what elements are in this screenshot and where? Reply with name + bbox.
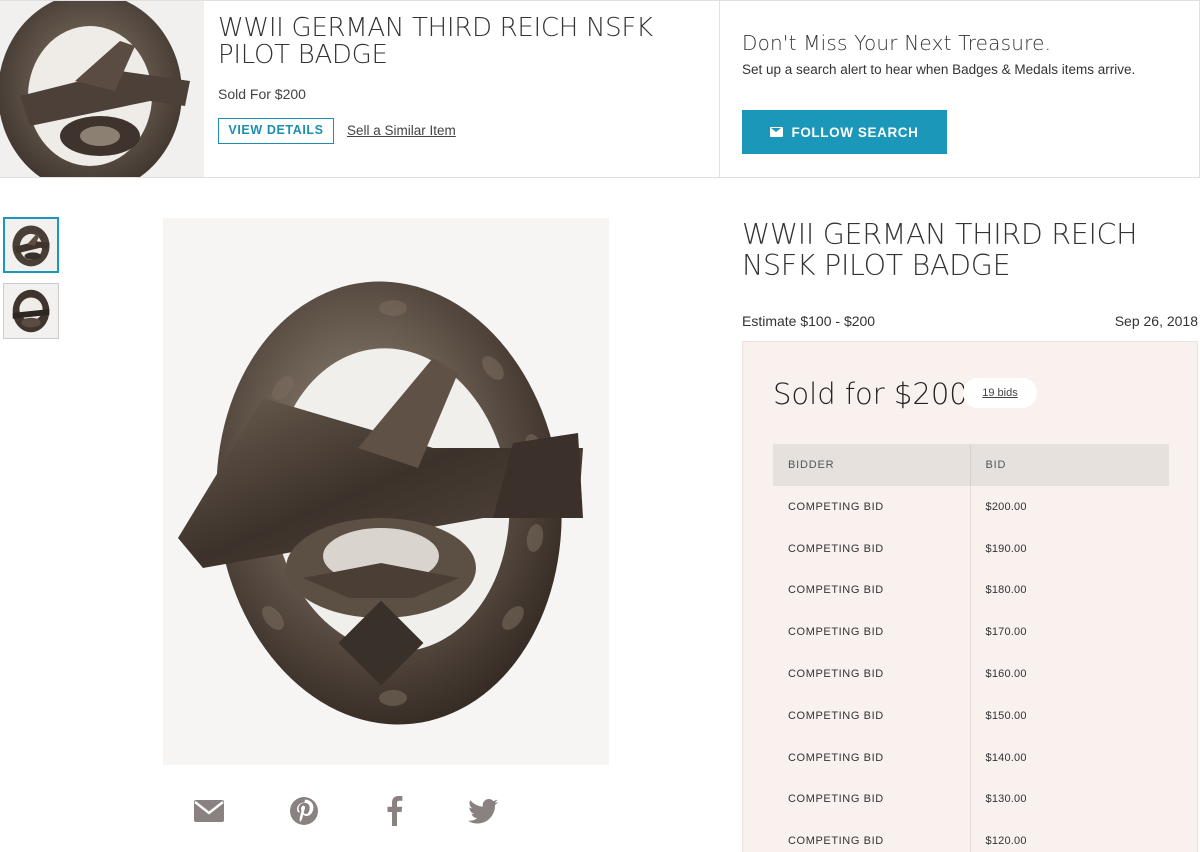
bid-amount-cell: $160.00 <box>985 668 1027 681</box>
bid-amount-cell: $140.00 <box>985 751 1027 764</box>
column-header-bidder: BIDDER <box>773 444 971 486</box>
banner-sold-price: Sold For $200 <box>218 86 306 102</box>
bid-history-table: BIDDER BID COMPETING BID $200.00 COMPETI… <box>773 444 1169 852</box>
sell-similar-link[interactable]: Sell a Similar Item <box>347 123 456 138</box>
sold-item-banner: WWII GERMAN THIRD REICH NSFK PILOT BADGE… <box>0 0 1200 178</box>
gallery-thumbnail-2[interactable] <box>3 283 59 339</box>
sold-for-price: Sold for $200 <box>773 377 968 411</box>
bidder-cell: COMPETING BID <box>773 778 971 821</box>
envelope-icon <box>194 800 224 822</box>
table-row: COMPETING BID $180.00 <box>773 569 1169 612</box>
badge-thumbnail-image <box>12 289 50 333</box>
bid-amount-cell: $130.00 <box>985 793 1027 806</box>
column-header-bid: BID <box>970 444 1169 486</box>
badge-image <box>0 1 190 177</box>
bidder-cell: COMPETING BID <box>773 736 971 779</box>
share-email-button[interactable] <box>193 795 225 827</box>
bidder-cell: COMPETING BID <box>773 611 971 654</box>
view-details-button[interactable]: VIEW DETAILS <box>218 118 334 144</box>
bidder-cell: COMPETING BID <box>773 653 971 695</box>
bid-amount-cell: $200.00 <box>985 500 1027 513</box>
banner-item-title: WWII GERMAN THIRD REICH NSFK PILOT BADGE <box>218 13 653 70</box>
table-row: COMPETING BID $130.00 <box>773 778 1169 821</box>
follow-search-label: FOLLOW SEARCH <box>791 124 919 140</box>
bids-count-link[interactable]: 19 bids <box>963 378 1037 408</box>
badge-image <box>163 218 609 765</box>
lot-estimate: Estimate $100 - $200 <box>742 313 876 329</box>
table-row: COMPETING BID $160.00 <box>773 653 1169 695</box>
bid-amount-cell: $190.00 <box>985 542 1027 555</box>
share-facebook-button[interactable] <box>378 795 410 827</box>
bidder-cell: COMPETING BID <box>773 694 971 737</box>
bid-amount-cell: $170.00 <box>985 626 1027 639</box>
main-item-image[interactable] <box>163 218 609 765</box>
share-twitter-button[interactable] <box>467 795 499 827</box>
bid-amount-cell: $150.00 <box>985 709 1027 722</box>
pinterest-icon <box>290 797 318 825</box>
lot-title: WWII GERMAN THIRD REICH NSFK PILOT BADGE <box>742 218 1138 282</box>
table-row: COMPETING BID $120.00 <box>773 820 1169 852</box>
share-pinterest-button[interactable] <box>288 795 320 827</box>
table-row: COMPETING BID $190.00 <box>773 527 1169 570</box>
lot-date: Sep 26, 2018 <box>1114 313 1198 329</box>
facebook-icon <box>387 796 403 826</box>
envelope-icon <box>770 127 784 137</box>
table-row: COMPETING BID $150.00 <box>773 694 1169 737</box>
bid-history-panel: Sold for $200 19 bids BIDDER BID COMPETI… <box>742 341 1198 852</box>
table-row: COMPETING BID $140.00 <box>773 736 1169 779</box>
table-row: COMPETING BID $200.00 <box>773 486 1169 528</box>
alert-heading: Don't Miss Your Next Treasure. <box>742 31 1052 55</box>
table-header-row: BIDDER BID <box>773 444 1169 486</box>
bidder-cell: COMPETING BID <box>773 569 971 612</box>
bidder-cell: COMPETING BID <box>773 527 971 570</box>
follow-search-button[interactable]: FOLLOW SEARCH <box>742 110 947 154</box>
bid-amount-cell: $120.00 <box>985 835 1027 848</box>
bidder-cell: COMPETING BID <box>773 486 971 528</box>
badge-thumbnail-image <box>12 225 50 267</box>
twitter-icon <box>468 798 498 823</box>
bidder-cell: COMPETING BID <box>773 820 971 852</box>
banner-item-image[interactable] <box>0 1 204 177</box>
alert-description: Set up a search alert to hear when Badge… <box>742 62 1136 77</box>
table-row: COMPETING BID $170.00 <box>773 611 1169 654</box>
gallery-thumbnail-1[interactable] <box>3 217 59 273</box>
bid-amount-cell: $180.00 <box>985 584 1027 597</box>
banner-divider <box>719 1 720 177</box>
